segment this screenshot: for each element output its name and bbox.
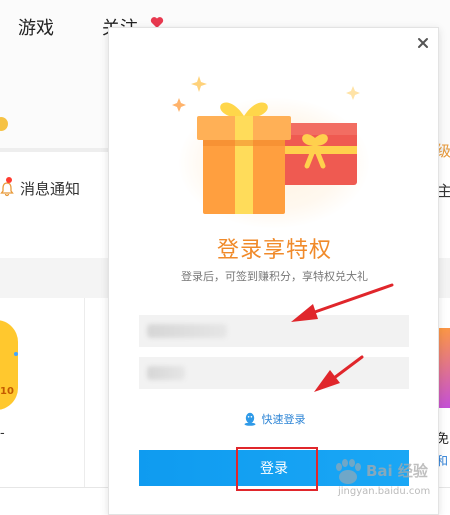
- annotation-highlight-box: [236, 447, 318, 491]
- qq-penguin-icon: [244, 412, 255, 426]
- paw-logo-icon: [336, 459, 361, 484]
- modal-title: 登录享特权: [216, 238, 332, 263]
- username-field[interactable]: [139, 315, 409, 347]
- login-modal: 登录享特权 登录后，可签到赚积分，享特权兑大礼 快速登录 登录: [108, 27, 439, 515]
- close-icon[interactable]: [416, 36, 430, 50]
- watermark-url: jingyan.baidu.com: [338, 486, 431, 497]
- quick-login-label: 快速登录: [261, 413, 306, 426]
- blurred-password: [147, 366, 185, 380]
- gift-boxes-icon: [172, 76, 360, 214]
- quick-login-link[interactable]: 快速登录: [109, 411, 440, 427]
- watermark-brand: Bai 经验: [366, 462, 428, 480]
- gift-illustration: [169, 68, 379, 228]
- modal-subtitle: 登录后，可签到赚积分，享特权兑大礼: [181, 270, 368, 283]
- password-field[interactable]: [139, 357, 409, 389]
- blurred-username: [147, 324, 227, 338]
- baidu-jingyan-watermark: Bai 经验 jingyan.baidu.com: [330, 456, 450, 506]
